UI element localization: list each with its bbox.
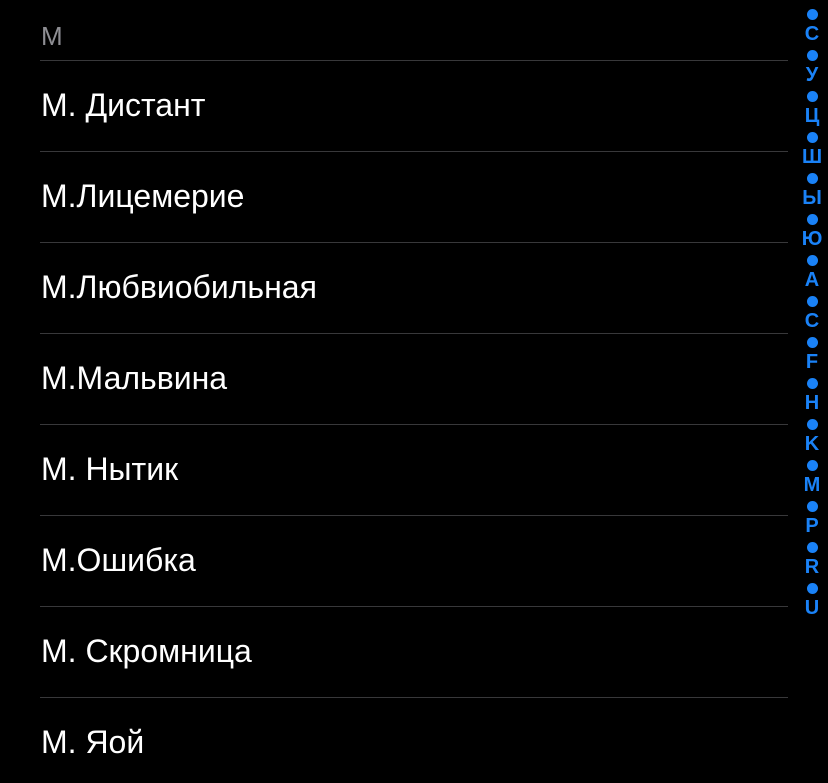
contact-row[interactable]: М.Мальвина: [0, 334, 788, 425]
contact-name: М. Скромница: [41, 633, 252, 669]
contact-row[interactable]: М. Нытик: [0, 425, 788, 516]
contact-row[interactable]: М. Дистант: [0, 61, 788, 152]
index-dot[interactable]: [806, 501, 818, 512]
index-dot[interactable]: [806, 9, 818, 20]
index-letter[interactable]: Ш: [800, 145, 824, 170]
index-letter[interactable]: Ю: [800, 227, 824, 252]
index-dot[interactable]: [806, 460, 818, 471]
index-letter[interactable]: Ц: [800, 104, 824, 129]
index-dot[interactable]: [806, 255, 818, 266]
contact-row[interactable]: М.Лицемерие: [0, 152, 788, 243]
index-dot[interactable]: [806, 378, 818, 389]
contact-name: М.Ошибка: [41, 542, 196, 578]
index-dot[interactable]: [806, 542, 818, 553]
index-dot[interactable]: [806, 419, 818, 430]
contact-name: М. Нытик: [41, 451, 179, 487]
index-letter[interactable]: H: [800, 391, 824, 416]
index-dot[interactable]: [806, 296, 818, 307]
index-dot[interactable]: [806, 583, 818, 594]
index-letter[interactable]: У: [800, 63, 824, 88]
contact-row[interactable]: М. Скромница: [0, 607, 788, 698]
index-letter[interactable]: C: [800, 309, 824, 334]
contact-row[interactable]: М.Любвиобильная: [0, 243, 788, 334]
index-dot[interactable]: [806, 214, 818, 225]
index-letter[interactable]: A: [800, 268, 824, 293]
contact-name: М. Дистант: [41, 87, 206, 123]
index-dot[interactable]: [806, 337, 818, 348]
index-dot[interactable]: [806, 91, 818, 102]
contacts-screen: M М. Дистант М.Лицемерие М.Любвиобильная…: [0, 0, 828, 783]
index-letter[interactable]: P: [800, 514, 824, 539]
contact-name: М.Лицемерие: [41, 178, 245, 214]
contact-row[interactable]: М. Яой: [0, 698, 788, 783]
index-letter[interactable]: С: [800, 22, 824, 47]
contact-name: М. Яой: [41, 724, 145, 760]
contact-row[interactable]: М.Ошибка: [0, 516, 788, 607]
contact-name: М.Мальвина: [41, 360, 228, 396]
index-dot[interactable]: [806, 173, 818, 184]
contact-name: М.Любвиобильная: [41, 269, 317, 305]
index-letter[interactable]: R: [800, 555, 824, 580]
index-dot[interactable]: [806, 132, 818, 143]
section-index-bar[interactable]: С У Ц Ш Ы Ю A C F H K M P R U: [800, 6, 824, 621]
index-dot[interactable]: [806, 50, 818, 61]
index-letter[interactable]: U: [800, 596, 824, 621]
index-letter[interactable]: M: [800, 473, 824, 498]
contact-list: М. Дистант М.Лицемерие М.Любвиобильная М…: [0, 61, 788, 783]
index-letter[interactable]: Ы: [800, 186, 824, 211]
section-header: M: [41, 21, 63, 51]
index-letter[interactable]: F: [800, 350, 824, 375]
index-letter[interactable]: K: [800, 432, 824, 457]
